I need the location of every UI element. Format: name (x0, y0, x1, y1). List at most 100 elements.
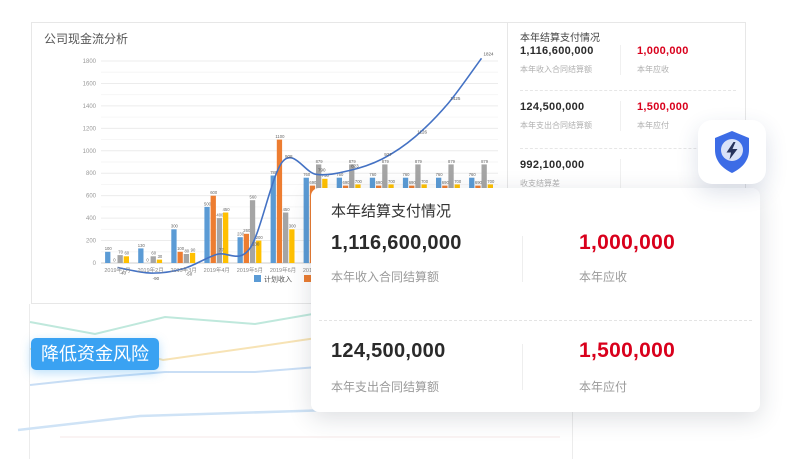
popup-receivable-value: 1,000,000 (579, 231, 675, 255)
svg-text:0: 0 (146, 257, 149, 262)
svg-text:927: 927 (384, 152, 392, 157)
receivable-value: 1,000,000 (637, 45, 689, 57)
svg-text:690: 690 (475, 180, 483, 185)
svg-text:700: 700 (355, 179, 363, 184)
svg-text:760: 760 (303, 172, 311, 177)
income-settlement-value: 1,116,600,000 (520, 45, 594, 57)
security-shield-card (698, 120, 766, 184)
svg-text:200: 200 (86, 239, 97, 245)
column-divider (620, 159, 621, 189)
svg-text:1200: 1200 (83, 126, 97, 132)
popup-income-settlement-label: 本年收入合同结算额 (331, 268, 439, 285)
svg-text:450: 450 (283, 207, 291, 212)
settlement-popup-card: 本年结算支付情况 1,116,600,000 本年收入合同结算额 1,000,0… (311, 188, 760, 412)
svg-text:90: 90 (191, 247, 196, 252)
popup-column-divider (522, 344, 523, 390)
svg-text:700: 700 (421, 179, 429, 184)
svg-text:760: 760 (469, 172, 477, 177)
svg-text:700: 700 (454, 179, 462, 184)
svg-text:700: 700 (388, 179, 396, 184)
svg-text:760: 760 (369, 172, 377, 177)
svg-text:800: 800 (86, 171, 97, 177)
svg-text:300: 300 (289, 224, 297, 229)
svg-text:790: 790 (318, 167, 326, 172)
svg-text:560: 560 (250, 195, 258, 200)
svg-text:1425: 1425 (450, 96, 461, 101)
svg-text:908: 908 (285, 154, 293, 159)
svg-text:450: 450 (223, 207, 231, 212)
svg-text:1100: 1100 (275, 134, 285, 139)
svg-text:2019年6月: 2019年6月 (270, 266, 296, 274)
svg-text:130: 130 (138, 243, 146, 248)
svg-text:130: 130 (252, 241, 260, 246)
expense-settlement-label: 本年支出合同结算额 (520, 120, 592, 131)
svg-text:690: 690 (442, 180, 450, 185)
column-divider (620, 45, 621, 75)
svg-text:400: 400 (216, 213, 224, 218)
svg-text:0: 0 (93, 261, 97, 267)
svg-text:0: 0 (113, 257, 116, 262)
svg-text:100: 100 (105, 246, 113, 251)
svg-text:690: 690 (376, 180, 384, 185)
receivable-label: 本年应收 (637, 64, 669, 75)
expense-settlement-value: 124,500,000 (520, 101, 584, 113)
svg-text:600: 600 (210, 190, 218, 195)
svg-text:1800: 1800 (83, 59, 97, 65)
svg-text:70: 70 (118, 250, 123, 255)
svg-text:77: 77 (219, 247, 225, 252)
svg-text:879: 879 (415, 159, 423, 164)
svg-text:879: 879 (382, 159, 390, 164)
svg-text:1400: 1400 (83, 104, 97, 110)
popup-expense-settlement-value: 124,500,000 (331, 340, 446, 363)
svg-text:690: 690 (309, 180, 317, 185)
popup-row-divider (319, 320, 752, 321)
svg-text:2019年1月: 2019年1月 (104, 266, 130, 274)
svg-text:60: 60 (124, 251, 129, 256)
balance-value: 992,100,000 (520, 159, 584, 171)
svg-text:80: 80 (184, 248, 189, 253)
row-divider (520, 90, 736, 91)
risk-badge[interactable]: 降低资金风险 (31, 338, 159, 370)
svg-text:400: 400 (86, 216, 97, 222)
svg-text:1126: 1126 (417, 130, 427, 135)
svg-text:2019年3月: 2019年3月 (171, 266, 197, 274)
dashboard-screenshot: 公司现金流分析 02004006008001000120014001600180… (0, 0, 792, 459)
popup-payable-value: 1,500,000 (579, 339, 675, 363)
column-divider (620, 101, 621, 131)
popup-expense-settlement-label: 本年支出合同结算额 (331, 378, 439, 395)
svg-text:60: 60 (151, 251, 156, 256)
shield-bolt-icon (712, 130, 752, 174)
svg-text:879: 879 (316, 159, 324, 164)
popup-income-settlement-value: 1,116,600,000 (331, 232, 462, 255)
svg-text:500: 500 (204, 201, 212, 206)
svg-text:600: 600 (86, 194, 97, 200)
svg-text:2019年5月: 2019年5月 (237, 266, 263, 274)
income-settlement-label: 本年收入合同结算额 (520, 64, 592, 75)
svg-text:计划收入: 计划收入 (264, 275, 292, 284)
svg-text:2019年4月: 2019年4月 (204, 266, 230, 274)
chart-title: 公司现金流分析 (44, 30, 128, 47)
popup-title: 本年结算支付情况 (331, 200, 451, 221)
svg-text:879: 879 (448, 159, 456, 164)
svg-text:879: 879 (481, 159, 489, 164)
svg-text:30: 30 (158, 254, 163, 259)
svg-text:823: 823 (351, 164, 359, 169)
svg-text:760: 760 (436, 172, 444, 177)
popup-receivable-label: 本年应收 (579, 268, 627, 285)
svg-text:2019年2月: 2019年2月 (137, 266, 163, 274)
popup-column-divider (522, 236, 523, 282)
svg-text:760: 760 (403, 172, 411, 177)
svg-text:1000: 1000 (83, 149, 97, 155)
panel-title: 本年结算支付情况 (520, 29, 600, 44)
payable-label: 本年应付 (637, 120, 669, 131)
svg-text:690: 690 (343, 180, 351, 185)
svg-text:700: 700 (487, 179, 495, 184)
svg-text:-90: -90 (153, 276, 160, 281)
svg-text:260: 260 (243, 228, 251, 233)
payable-value: 1,500,000 (637, 101, 689, 113)
svg-text:1600: 1600 (83, 81, 97, 87)
svg-text:200: 200 (256, 235, 264, 240)
svg-text:1824: 1824 (484, 51, 495, 56)
svg-text:690: 690 (409, 180, 417, 185)
svg-text:300: 300 (171, 224, 179, 229)
